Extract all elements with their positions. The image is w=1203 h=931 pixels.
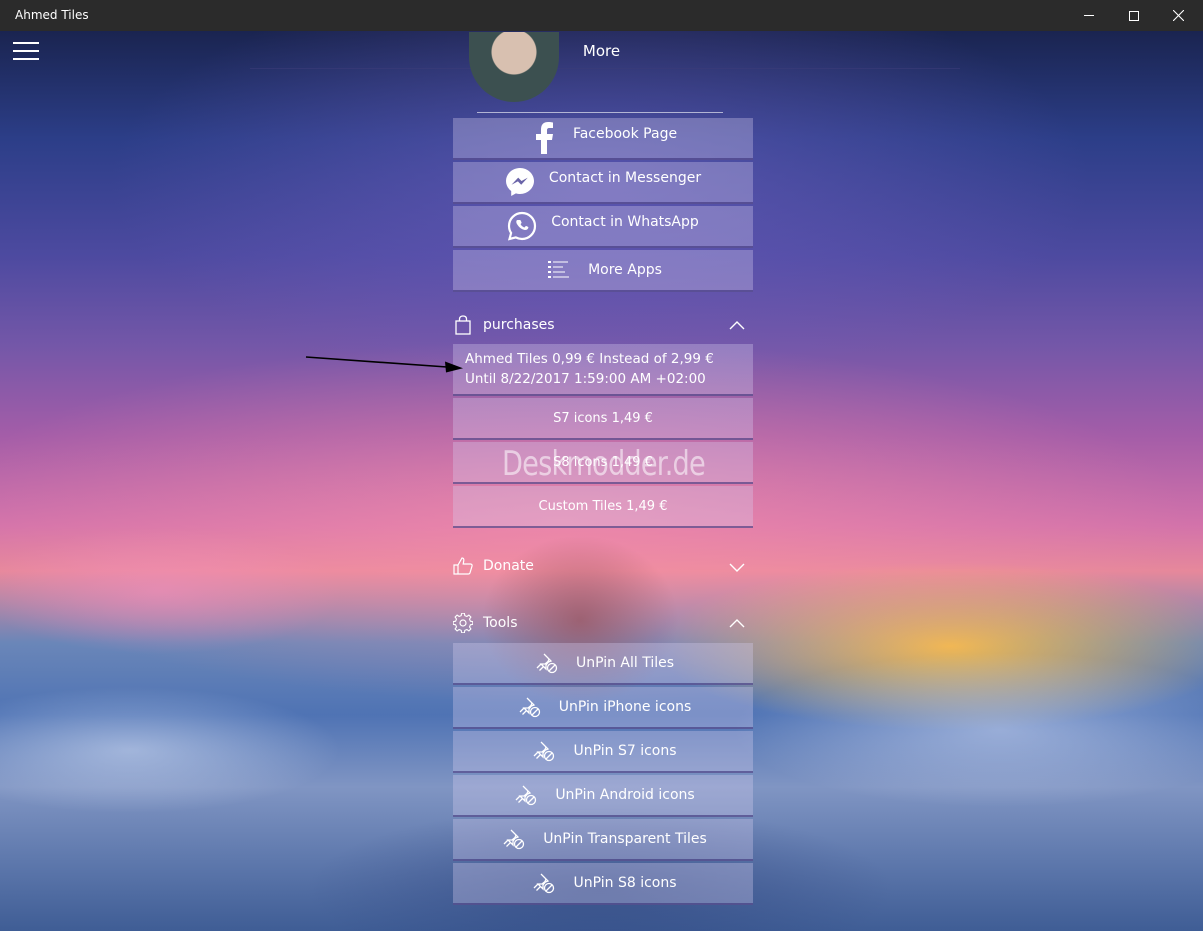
unpin-iphone-icons-button[interactable]: UnPin iPhone icons bbox=[453, 687, 753, 729]
unpin-icon bbox=[515, 692, 545, 722]
unpin-transparent-tiles-label: UnPin Transparent Tiles bbox=[543, 831, 707, 847]
facebook-page-label: Facebook Page bbox=[572, 126, 678, 142]
facebook-icon bbox=[529, 122, 559, 154]
unpin-android-icons-button[interactable]: UnPin Android icons bbox=[453, 775, 753, 817]
purchase-item-label: S7 icons 1,49 € bbox=[553, 410, 653, 426]
close-icon bbox=[1173, 10, 1184, 21]
unpin-iphone-icons-label: UnPin iPhone icons bbox=[558, 699, 692, 715]
thumbs-up-icon bbox=[453, 556, 473, 576]
chevron-down-icon[interactable] bbox=[729, 560, 745, 576]
header-divider bbox=[250, 68, 960, 69]
purchase-item-label: Custom Tiles 1,49 € bbox=[538, 498, 668, 514]
purchases-title: purchases bbox=[483, 317, 555, 333]
chevron-up-icon[interactable] bbox=[729, 317, 745, 333]
list-icon bbox=[544, 255, 574, 285]
unpin-icon bbox=[511, 780, 541, 810]
close-button[interactable] bbox=[1156, 0, 1201, 31]
unpin-android-icons-label: UnPin Android icons bbox=[555, 787, 695, 803]
bag-icon bbox=[453, 315, 473, 335]
unpin-icon bbox=[532, 648, 562, 678]
unpin-s7-icons-label: UnPin S7 icons bbox=[573, 743, 677, 759]
more-apps-label: More Apps bbox=[588, 262, 662, 278]
maximize-button[interactable] bbox=[1111, 0, 1156, 31]
purchase-item-ahmed-tiles[interactable]: Ahmed Tiles 0,99 € Instead of 2,99 € Unt… bbox=[453, 344, 753, 396]
unpin-s8-icons-label: UnPin S8 icons bbox=[573, 875, 677, 891]
gear-icon bbox=[453, 613, 473, 633]
window-title: Ahmed Tiles bbox=[15, 8, 89, 22]
purchases-section-header[interactable]: purchases bbox=[453, 313, 753, 337]
unpin-all-tiles-button[interactable]: UnPin All Tiles bbox=[453, 643, 753, 685]
purchase-item-label: Ahmed Tiles 0,99 € Instead of 2,99 € Unt… bbox=[465, 351, 714, 387]
avatar-divider bbox=[477, 112, 723, 113]
facebook-page-button[interactable]: Facebook Page bbox=[453, 118, 753, 160]
tools-section-header[interactable]: Tools bbox=[453, 611, 753, 635]
more-apps-button[interactable]: More Apps bbox=[453, 250, 753, 292]
unpin-icon bbox=[499, 824, 529, 854]
whatsapp-icon bbox=[507, 211, 537, 241]
purchase-item-custom-tiles[interactable]: Custom Tiles 1,49 € bbox=[453, 486, 753, 528]
minimize-icon bbox=[1083, 15, 1094, 16]
chevron-up-icon[interactable] bbox=[729, 615, 745, 631]
unpin-s7-icons-button[interactable]: UnPin S7 icons bbox=[453, 731, 753, 773]
unpin-icon bbox=[529, 736, 559, 766]
contact-whatsapp-label: Contact in WhatsApp bbox=[551, 214, 699, 230]
contact-messenger-button[interactable]: Contact in Messenger bbox=[453, 162, 753, 204]
unpin-s8-icons-button[interactable]: UnPin S8 icons bbox=[453, 863, 753, 905]
contact-whatsapp-button[interactable]: Contact in WhatsApp bbox=[453, 206, 753, 248]
page-title: More bbox=[582, 42, 621, 60]
messenger-icon bbox=[505, 167, 535, 197]
tools-title: Tools bbox=[483, 615, 518, 631]
purchase-item-s7-icons[interactable]: S7 icons 1,49 € bbox=[453, 398, 753, 440]
purchase-item-label: S8 icons 1,49 € bbox=[553, 454, 653, 470]
purchase-item-s8-icons[interactable]: S8 icons 1,49 € bbox=[453, 442, 753, 484]
unpin-all-tiles-label: UnPin All Tiles bbox=[575, 655, 675, 671]
window-titlebar: Ahmed Tiles bbox=[0, 0, 1203, 31]
unpin-transparent-tiles-button[interactable]: UnPin Transparent Tiles bbox=[453, 819, 753, 861]
donate-title: Donate bbox=[483, 558, 534, 574]
donate-section-header[interactable]: Donate bbox=[453, 554, 753, 578]
maximize-icon bbox=[1128, 10, 1139, 21]
unpin-icon bbox=[529, 868, 559, 898]
contact-messenger-label: Contact in Messenger bbox=[548, 170, 702, 186]
annotation-arrow-icon bbox=[305, 356, 463, 373]
minimize-button[interactable] bbox=[1066, 0, 1111, 31]
